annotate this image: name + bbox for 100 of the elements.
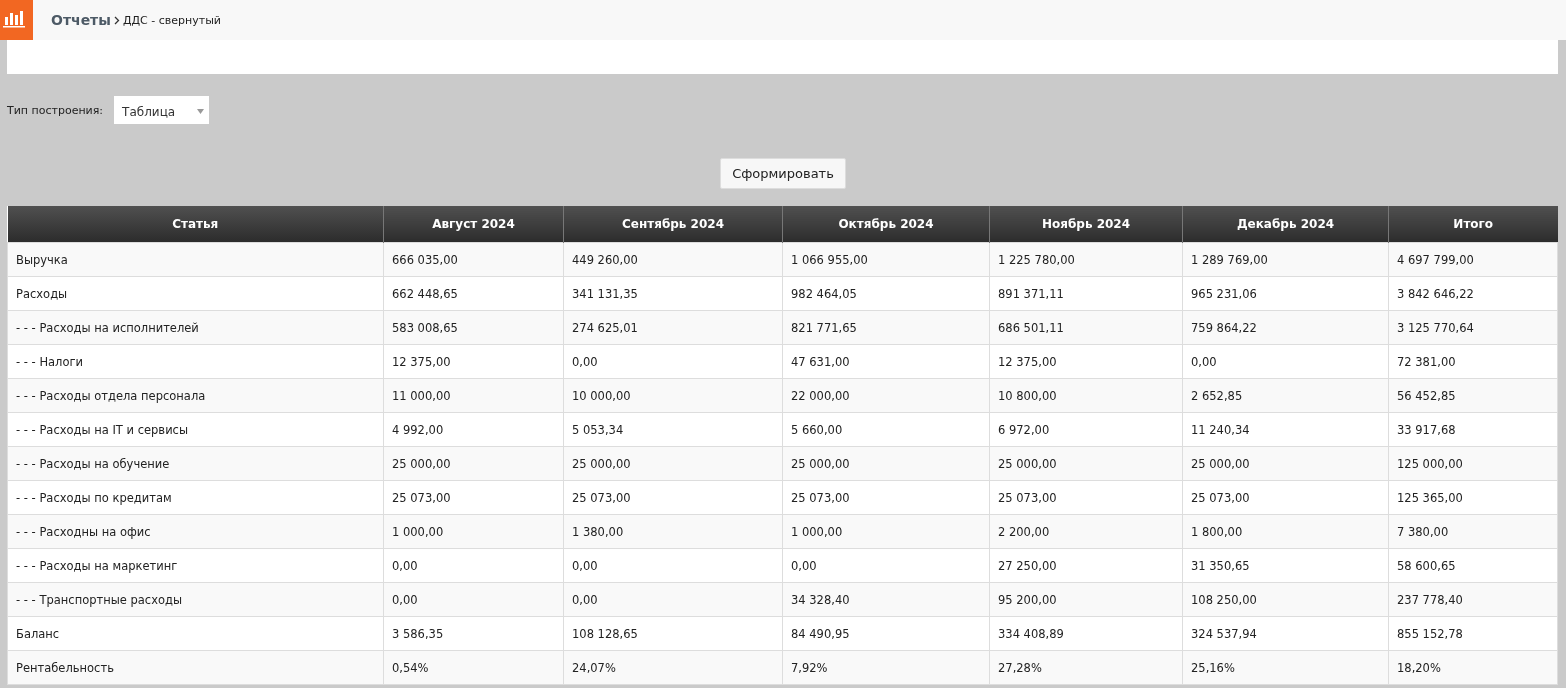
table-cell: 4 992,00 [383,412,564,447]
table-cell: 11 000,00 [383,378,564,413]
table-cell: 449 260,00 [563,242,783,277]
table-cell: 12 375,00 [989,344,1183,379]
table-cell: 5 660,00 [782,412,990,447]
table-cell: 12 375,00 [383,344,564,379]
table-cell: - - - Расходы на обучение [7,446,384,481]
table-cell: 10 000,00 [563,378,783,413]
table-cell: 25 000,00 [383,446,564,481]
table-cell: 56 452,85 [1388,378,1558,413]
table-cell: - - - Расходы по кредитам [7,480,384,515]
table-cell: Выручка [7,242,384,277]
table-cell: 1 380,00 [563,514,783,549]
table-cell: 47 631,00 [782,344,990,379]
column-header: Октябрь 2024 [782,206,990,243]
table-cell: 0,00 [563,582,783,617]
table-cell: 5 053,34 [563,412,783,447]
table-cell: 855 152,78 [1388,616,1558,651]
table-cell: 1 066 955,00 [782,242,990,277]
table-cell: 7 380,00 [1388,514,1558,549]
table-cell: 324 537,94 [1182,616,1389,651]
table-cell: 6 972,00 [989,412,1183,447]
table-cell: Расходы [7,276,384,311]
table-cell: 11 240,34 [1182,412,1389,447]
table-cell: 334 408,89 [989,616,1183,651]
table-cell: 3 586,35 [383,616,564,651]
select-field[interactable]: Таблица [114,96,210,124]
table-cell: 34 328,40 [782,582,990,617]
table-cell: Баланс [7,616,384,651]
column-header: Ноябрь 2024 [989,206,1183,243]
table-cell: 33 917,68 [1388,412,1558,447]
table-cell: 821 771,65 [782,310,990,345]
table-cell: 108 128,65 [563,616,783,651]
table-cell: 10 800,00 [989,378,1183,413]
table-cell: 108 250,00 [1182,582,1389,617]
table-cell: 2 652,85 [1182,378,1389,413]
table-cell: - - - Расходы на маркетинг [7,548,384,583]
table-cell: 759 864,22 [1182,310,1389,345]
table-cell: 0,00 [563,548,783,583]
field-label: Тип построения: [7,103,104,117]
column-header: Сентябрь 2024 [563,206,783,243]
table-cell: 341 131,35 [563,276,783,311]
table-cell: 1 000,00 [782,514,990,549]
table-cell: 891 371,11 [989,276,1183,311]
table-cell: 72 381,00 [1388,344,1558,379]
table-cell: 274 625,01 [563,310,783,345]
table-cell: 0,54% [383,650,564,685]
table-cell: 25 073,00 [563,480,783,515]
table-cell: 18,20% [1388,650,1558,685]
table-cell: 237 778,40 [1388,582,1558,617]
table-cell: 666 035,00 [383,242,564,277]
table-cell: 24,07% [563,650,783,685]
table-cell: - - - Расходы отдела персонала [7,378,384,413]
table-cell: 25 073,00 [989,480,1183,515]
table-cell: 25 000,00 [782,446,990,481]
table-cell: 25 000,00 [563,446,783,481]
table-cell: 22 000,00 [782,378,990,413]
table-cell: 125 000,00 [1388,446,1558,481]
table-cell: 3 125 770,64 [1388,310,1558,345]
caret-down-icon [197,109,205,114]
table-cell: 0,00 [1182,344,1389,379]
table-cell: 0,00 [563,344,783,379]
table-cell: Рентабельность [7,650,384,685]
table-cell: 3 842 646,22 [1388,276,1558,311]
breadcrumb-current: ДДС - свернутый [122,13,221,27]
table-cell: 2 200,00 [989,514,1183,549]
table-cell: 25 000,00 [1182,446,1389,481]
breadcrumb-link[interactable]: Отчеты [51,12,111,28]
table-cell: 965 231,06 [1182,276,1389,311]
column-header: Итого [1388,206,1558,243]
table-cell: 95 200,00 [989,582,1183,617]
table-cell: 125 365,00 [1388,480,1558,515]
table-cell: 0,00 [782,548,990,583]
table-cell: 27 250,00 [989,548,1183,583]
column-header: Декабрь 2024 [1182,206,1389,243]
table-cell: 7,92% [782,650,990,685]
table-cell: 25,16% [1182,650,1389,685]
table-cell: 25 073,00 [383,480,564,515]
table-cell: 1 289 769,00 [1182,242,1389,277]
column-header: Август 2024 [383,206,564,243]
table-cell: 25 073,00 [782,480,990,515]
table-cell: - - - Расходы на исполнителей [7,310,384,345]
table-cell: 0,00 [383,548,564,583]
table-cell: - - - Транспортные расходы [7,582,384,617]
table-cell: 4 697 799,00 [1388,242,1558,277]
table-cell: - - - Налоги [7,344,384,379]
table-cell: 25 073,00 [1182,480,1389,515]
table-cell: 27,28% [989,650,1183,685]
table-cell: 1 000,00 [383,514,564,549]
table-cell: 686 501,11 [989,310,1183,345]
table-cell: - - - Расходны на офис [7,514,384,549]
table-cell: 25 000,00 [989,446,1183,481]
table-cell: 982 464,05 [782,276,990,311]
table-cell: 583 008,65 [383,310,564,345]
build-button[interactable]: Сформировать [720,158,846,189]
table-cell: 1 800,00 [1182,514,1389,549]
table-cell: 84 490,95 [782,616,990,651]
table-cell: 58 600,65 [1388,548,1558,583]
table-cell: 31 350,65 [1182,548,1389,583]
table-cell: - - - Расходы на IT и сервисы [7,412,384,447]
